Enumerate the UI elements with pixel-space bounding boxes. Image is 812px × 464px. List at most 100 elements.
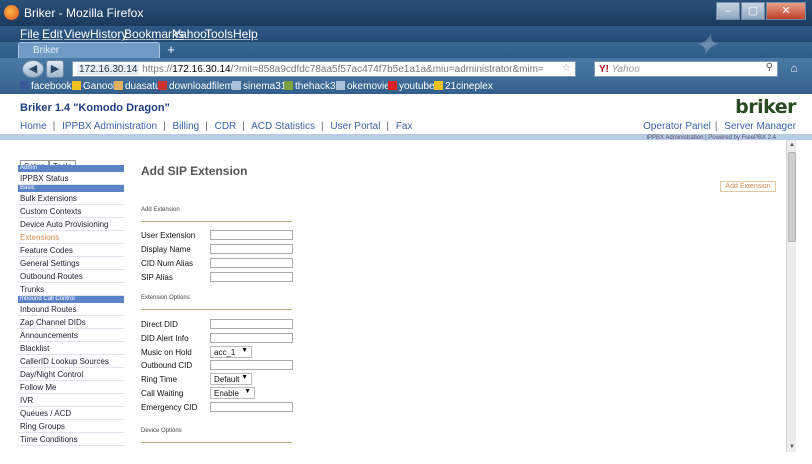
sidebar-item-ivr[interactable]: IVR	[18, 394, 124, 407]
back-icon[interactable]: ◀	[22, 60, 44, 78]
call-waiting-select[interactable]: Enable ▼	[210, 387, 255, 399]
nav-operator-panel[interactable]: Operator Panel	[643, 121, 711, 132]
bookmark-duasatu[interactable]: duasatu	[114, 81, 161, 92]
label-user-extension: User Extension	[141, 231, 196, 240]
close-button[interactable]: ✕	[766, 2, 806, 20]
thehack3r-icon	[284, 81, 293, 90]
section-divider	[141, 309, 292, 310]
sidebar-item-callerid-lookup-sources[interactable]: CallerID Lookup Sources	[18, 355, 124, 368]
ganool-icon	[72, 81, 81, 90]
nav-fax[interactable]: Fax	[396, 121, 413, 132]
menu-file[interactable]: File	[20, 27, 39, 41]
new-tab-button[interactable]: +	[164, 43, 178, 57]
nav-user-portal[interactable]: User Portal	[330, 121, 380, 132]
window-controls: – ▢ ✕	[716, 2, 806, 20]
address-bar[interactable]: 172.16.30.14 https://172.16.30.14/?mit=8…	[72, 61, 576, 77]
bookmark-sinema31[interactable]: sinema31	[232, 81, 286, 92]
bookmark-youtube[interactable]: youtube	[388, 81, 435, 92]
home-icon[interactable]: ⌂	[784, 61, 804, 77]
menu-tools[interactable]: Tools	[205, 27, 233, 41]
section-divider	[141, 221, 292, 222]
sidebar-item-day-night-control[interactable]: Day/Night Control	[18, 368, 124, 381]
firefox-icon	[4, 5, 19, 20]
bookmark-21cineplex[interactable]: 21cineplex	[434, 81, 493, 92]
site-identity[interactable]: 172.16.30.14	[77, 64, 140, 75]
sidebar-item-queues-acd[interactable]: Queues / ACD	[18, 407, 124, 420]
user-extension-input[interactable]	[210, 230, 293, 240]
label-display-name: Display Name	[141, 245, 191, 254]
sinema31-icon	[232, 81, 241, 90]
sip-alias-input[interactable]	[210, 272, 293, 282]
powered-by: IPPBX Administration | Powered by FreePB…	[646, 135, 776, 141]
search-box[interactable]: Y! Yahoo ⚲	[594, 61, 778, 77]
sidebar-item-trunks[interactable]: Trunks	[18, 283, 124, 296]
sidebar-item-device-auto-provisioning[interactable]: Device Auto Provisioning	[18, 218, 124, 231]
nav-ippbx-administration[interactable]: IPPBX Administration	[62, 121, 157, 132]
sidebar-item-blacklist[interactable]: Blacklist	[18, 342, 124, 355]
window-titlebar: Briker - Mozilla Firefox – ▢ ✕	[0, 0, 812, 26]
forward-icon[interactable]: ▶	[46, 60, 64, 78]
window-title: Briker - Mozilla Firefox	[24, 6, 144, 20]
bookmark-star-icon[interactable]: ☆	[562, 63, 571, 74]
nav-billing[interactable]: Billing	[173, 121, 200, 132]
nav-home[interactable]: Home	[20, 121, 47, 132]
sidebar-item-ring-groups[interactable]: Ring Groups	[18, 420, 124, 433]
sidebar-item-announcements[interactable]: Announcements	[18, 329, 124, 342]
sidebar-item-extensions[interactable]: Extensions	[18, 231, 124, 244]
sidebar-menu: Admin IPPBX Status Basic Bulk Extensions Cus…	[18, 165, 124, 446]
nav-acd-statistics[interactable]: ACD Statistics	[251, 121, 315, 132]
sidebar-item-time-conditions[interactable]: Time Conditions	[18, 433, 124, 446]
page-scrollbar[interactable]: ▲ ▼	[786, 140, 796, 452]
outbound-cid-input[interactable]	[210, 360, 293, 370]
direct-did-input[interactable]	[210, 319, 293, 329]
add-extension-button[interactable]: Add Extension	[720, 181, 776, 192]
chevron-down-icon: ▼	[244, 388, 251, 395]
sidebar-item-follow-me[interactable]: Follow Me	[18, 381, 124, 394]
scrollbar-thumb[interactable]	[788, 152, 796, 242]
label-did-alert-info: DID Alert Info	[141, 334, 189, 343]
emergency-cid-input[interactable]	[210, 402, 293, 412]
nav-cdr[interactable]: CDR	[215, 121, 237, 132]
sidebar-item-custom-contexts[interactable]: Custom Contexts	[18, 205, 124, 218]
did-alert-info-input[interactable]	[210, 333, 293, 343]
display-name-input[interactable]	[210, 244, 293, 254]
ring-time-select[interactable]: Default ▼	[210, 373, 252, 385]
okemovie-icon	[336, 81, 345, 90]
sidebar-item-inbound-routes[interactable]: Inbound Routes	[18, 303, 124, 316]
label-call-waiting: Call Waiting	[141, 389, 184, 398]
music-on-hold-select[interactable]: acc_1 ▼	[210, 346, 252, 358]
search-icon[interactable]: ⚲	[766, 62, 773, 73]
menu-help[interactable]: Help	[233, 27, 258, 41]
bookmark-downloadfilem[interactable]: downloadfilem	[158, 81, 233, 92]
url-scheme: https://	[142, 64, 173, 75]
section-device-options: Device Options	[141, 428, 182, 434]
menu-view[interactable]: View	[64, 27, 90, 41]
label-cid-num-alias: CID Num Alias	[141, 259, 194, 268]
sidebar-item-general-settings[interactable]: General Settings	[18, 257, 124, 270]
cid-num-alias-input[interactable]	[210, 258, 293, 268]
sidebar-item-bulk-extensions[interactable]: Bulk Extensions	[18, 192, 124, 205]
navigation-toolbar: ◀ ▶ 172.16.30.14 https://172.16.30.14/?m…	[0, 58, 812, 80]
scroll-up-icon[interactable]: ▲	[787, 140, 797, 150]
menu-edit[interactable]: Edit	[42, 27, 63, 41]
menu-history[interactable]: History	[90, 27, 127, 41]
sidebar-item-zap-channel-dids[interactable]: Zap Channel DIDs	[18, 316, 124, 329]
bookmark-facebook[interactable]: facebook	[20, 81, 72, 92]
nav-server-manager[interactable]: Server Manager	[724, 121, 796, 132]
scroll-down-icon[interactable]: ▼	[787, 442, 797, 452]
duasatu-icon	[114, 81, 123, 90]
bookmark-thehack3r[interactable]: thehack3r	[284, 81, 339, 92]
downloadfilem-icon	[158, 81, 167, 90]
sidebar-item-feature-codes[interactable]: Feature Codes	[18, 244, 124, 257]
sidebar-item-outbound-routes[interactable]: Outbound Routes	[18, 270, 124, 283]
right-navigation: Operator Panel | Server Manager	[643, 121, 796, 132]
section-extension-options: Extension Options	[141, 295, 190, 301]
browser-menubar: File Edit View History Bookmarks Yahoo! …	[0, 26, 812, 42]
sidebar-item-ippbx-status[interactable]: IPPBX Status	[18, 172, 124, 185]
bookmark-ganool[interactable]: Ganool	[72, 81, 115, 92]
restore-button[interactable]: ▢	[741, 2, 765, 20]
minimize-button[interactable]: –	[716, 2, 740, 20]
app-brand: Briker 1.4 "Komodo Dragon"	[20, 102, 170, 114]
bookmark-okemovie[interactable]: okemovie	[336, 81, 390, 92]
tab-briker[interactable]: Briker	[18, 42, 160, 58]
